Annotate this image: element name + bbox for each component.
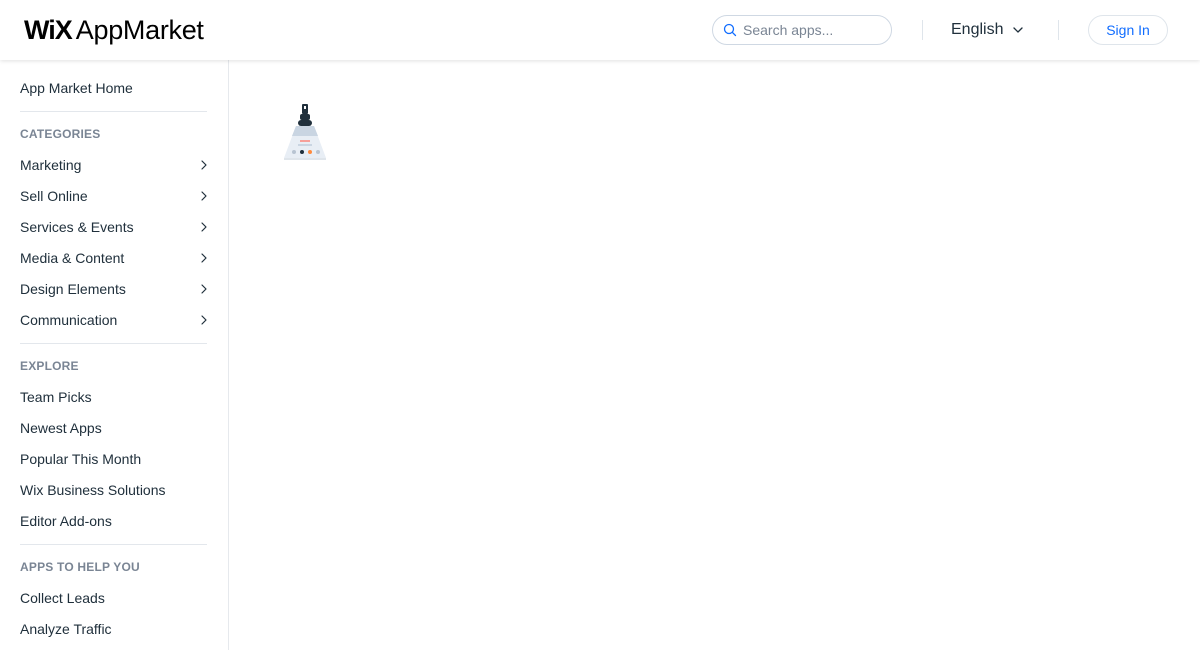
chevron-right-icon xyxy=(201,159,207,170)
chevron-right-icon xyxy=(201,283,207,294)
sidebar-item-collect-leads[interactable]: Collect Leads xyxy=(20,582,207,613)
sidebar-item-newest-apps[interactable]: Newest Apps xyxy=(20,412,207,443)
sidebar-item-sell-online[interactable]: Sell Online xyxy=(20,180,207,211)
sidebar-item-label: Editor Add-ons xyxy=(20,512,112,529)
sidebar-divider xyxy=(20,544,207,545)
sidebar-item-app-market-home[interactable]: App Market Home xyxy=(20,72,207,103)
search-input[interactable] xyxy=(743,22,883,38)
sidebar-item-label: Team Picks xyxy=(20,388,92,405)
section-title-explore: EXPLORE xyxy=(20,359,79,373)
sidebar-item-design-elements[interactable]: Design Elements xyxy=(20,273,207,304)
chevron-right-icon xyxy=(201,314,207,325)
top-header: WiX AppMarket English Sign In xyxy=(0,0,1200,60)
sidebar-item-services-events[interactable]: Services & Events xyxy=(20,211,207,242)
header-divider xyxy=(922,20,923,40)
sidebar-item-analyze-traffic[interactable]: Analyze Traffic xyxy=(20,613,207,644)
sidebar-item-label: Popular This Month xyxy=(20,450,142,467)
sidebar-item-label: Services & Events xyxy=(20,218,134,235)
search-box[interactable] xyxy=(712,15,892,45)
sidebar-item-label: Design Elements xyxy=(20,280,126,297)
header-divider xyxy=(1058,20,1059,40)
search-icon xyxy=(723,23,737,37)
section-title-categories: CATEGORIES xyxy=(20,127,101,141)
loading-illustration-icon xyxy=(284,104,326,160)
sidebar-item-label: Analyze Traffic xyxy=(20,620,112,637)
sidebar-item-label: Wix Business Solutions xyxy=(20,481,166,498)
sidebar-divider xyxy=(20,111,207,112)
sidebar-item-media-content[interactable]: Media & Content xyxy=(20,242,207,273)
chevron-right-icon xyxy=(201,221,207,232)
sidebar-nav: App Market Home CATEGORIES Marketing Sel… xyxy=(0,60,229,650)
chevron-right-icon xyxy=(201,252,207,263)
chevron-right-icon xyxy=(201,190,207,201)
sidebar-item-label: Communication xyxy=(20,311,118,328)
sidebar-divider xyxy=(20,343,207,344)
sidebar-item-wix-business-solutions[interactable]: Wix Business Solutions xyxy=(20,474,207,505)
sidebar-item-popular-this-month[interactable]: Popular This Month xyxy=(20,443,207,474)
sidebar-item-team-picks[interactable]: Team Picks xyxy=(20,381,207,412)
sidebar-item-label: Sell Online xyxy=(20,187,88,204)
section-title-apps-to-help-you: APPS TO HELP YOU xyxy=(20,560,140,574)
language-label: English xyxy=(951,21,1004,38)
logo-brand: WiX xyxy=(24,14,73,45)
sign-in-button[interactable]: Sign In xyxy=(1088,15,1168,45)
chevron-down-icon xyxy=(1013,27,1024,33)
main-content xyxy=(230,60,1200,650)
sidebar-item-label: Newest Apps xyxy=(20,419,102,436)
sidebar-item-communication[interactable]: Communication xyxy=(20,304,207,335)
sidebar-item-editor-add-ons[interactable]: Editor Add-ons xyxy=(20,505,207,536)
sidebar-item-label: App Market Home xyxy=(20,79,133,96)
language-selector[interactable]: English xyxy=(951,18,1024,42)
sidebar-item-label: Collect Leads xyxy=(20,589,105,606)
sidebar-item-label: Marketing xyxy=(20,156,82,173)
logo-product: AppMarket xyxy=(75,14,204,45)
wix-app-market-logo[interactable]: WiX AppMarket xyxy=(24,12,204,48)
sidebar-item-marketing[interactable]: Marketing xyxy=(20,149,207,180)
sidebar-item-label: Media & Content xyxy=(20,249,125,266)
